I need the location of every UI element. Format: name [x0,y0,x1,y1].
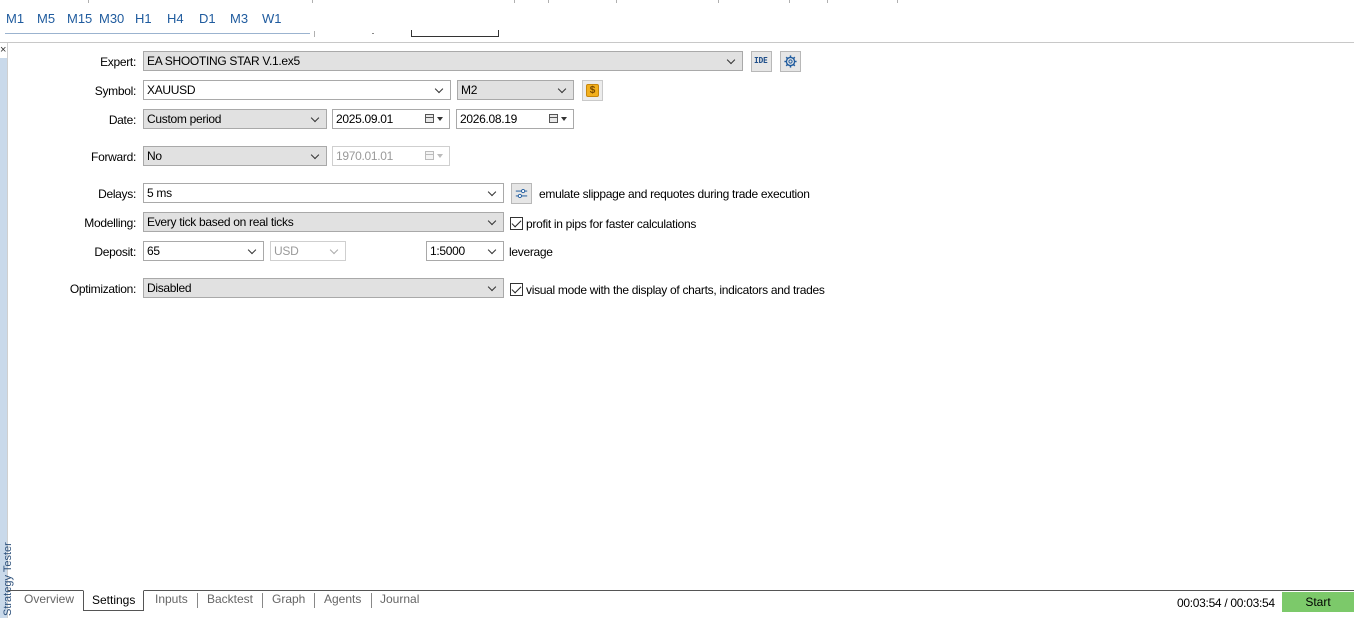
date-to-picker[interactable]: 2026.08.19 [456,109,574,129]
timeframe-w1[interactable]: W1 [262,11,282,26]
tab-divider [262,593,263,608]
timeframe-toolbar: M1 M5 M15 M30 H1 H4 D1 M3 W1 [0,0,1354,42]
calendar-icon[interactable] [424,110,446,128]
chevron-down-icon [487,242,499,260]
calendar-icon[interactable] [548,110,570,128]
timeframe-m30[interactable]: M30 [99,11,124,26]
tab-inputs[interactable]: Inputs [155,592,188,606]
side-panel-bar[interactable] [0,58,7,618]
tab-divider [314,593,315,608]
period-value: M2 [461,83,478,97]
close-icon[interactable]: × [0,45,6,56]
currency-select: USD [270,241,346,261]
deposit-input[interactable]: 65 [143,241,264,261]
tab-bar-line [8,590,1354,591]
modelling-value: Every tick based on real ticks [147,215,294,229]
delays-note: emulate slippage and requotes during tra… [539,187,810,201]
optimization-value: Disabled [147,281,192,295]
toolbar-divider [314,31,315,37]
toolbar-dot [372,33,374,34]
expert-settings-button[interactable] [780,51,801,72]
timeframe-m5[interactable]: M5 [37,11,55,26]
delays-value: 5 ms [147,186,172,200]
tab-divider [371,593,372,608]
deposit-label: Deposit: [94,245,136,259]
forward-date-picker: 1970.01.01 [332,146,450,166]
ide-icon: IDE [754,56,768,65]
symbol-input[interactable]: XAUUSD [143,80,451,100]
optimization-label: Optimization: [69,282,136,296]
forward-select[interactable]: No [143,146,327,166]
tab-backtest[interactable]: Backtest [207,592,253,606]
symbol-label: Symbol: [94,84,137,98]
tab-settings[interactable]: Settings [83,590,145,611]
date-from-picker[interactable]: 2025.09.01 [332,109,450,129]
timeframe-h1[interactable]: H1 [135,11,152,26]
tab-agents[interactable]: Agents [324,592,361,606]
optimization-select[interactable]: Disabled [143,278,504,298]
side-panel-label: Strategy Tester [2,542,14,616]
chevron-down-icon [487,279,499,297]
modelling-select[interactable]: Every tick based on real ticks [143,212,504,232]
chevron-down-icon [310,147,322,165]
profit-in-pips-label: profit in pips for faster calculations [526,217,697,231]
date-label: Date: [108,113,136,127]
leverage-label: leverage [509,245,553,259]
tab-graph[interactable]: Graph [272,592,305,606]
dollar-icon: $ [586,84,599,97]
chevron-down-icon [310,110,322,128]
chevron-down-icon [487,184,499,202]
tab-journal[interactable]: Journal [380,592,419,606]
symbol-spec-button[interactable]: $ [582,80,603,101]
delays-settings-button[interactable] [511,183,532,204]
timeframe-m1[interactable]: M1 [6,11,24,26]
symbol-value: XAUUSD [147,83,196,97]
delays-select[interactable]: 5 ms [143,183,504,203]
expert-value: EA SHOOTING STAR V.1.ex5 [147,54,300,68]
chevron-down-icon [247,242,259,260]
deposit-value: 65 [147,244,160,258]
tab-overview[interactable]: Overview [24,592,74,606]
date-mode-value: Custom period [147,112,222,126]
currency-value: USD [274,244,299,258]
forward-value: No [147,149,162,163]
chevron-down-icon [726,52,738,70]
calendar-icon [424,147,446,165]
timeframe-m3[interactable]: M3 [230,11,248,26]
timeframe-d1[interactable]: D1 [199,11,216,26]
timeframe-h4[interactable]: H4 [167,11,184,26]
chevron-down-icon [487,213,499,231]
chevron-down-icon [329,242,341,260]
date-mode-select[interactable]: Custom period [143,109,327,129]
date-to-value: 2026.08.19 [460,112,518,126]
period-select[interactable]: M2 [457,80,574,100]
elapsed-timer: 00:03:54 / 00:03:54 [1177,596,1275,610]
tab-divider [197,593,198,608]
start-button[interactable]: Start [1282,592,1354,612]
expert-label: Expert: [100,55,136,69]
sliders-icon [515,188,528,199]
timeframe-underline [5,33,310,34]
gear-icon [784,55,797,68]
chevron-down-icon [434,81,446,99]
leverage-select[interactable]: 1:5000 [426,241,504,261]
expert-select[interactable]: EA SHOOTING STAR V.1.ex5 [143,51,743,71]
toolbar-selection-box [411,30,499,37]
timeframe-m15[interactable]: M15 [67,11,92,26]
forward-label: Forward: [91,150,136,164]
date-from-value: 2025.09.01 [336,112,394,126]
leverage-value: 1:5000 [430,244,465,258]
modelling-label: Modelling: [84,216,136,230]
visual-mode-checkbox[interactable] [510,283,523,296]
forward-date-value: 1970.01.01 [336,149,394,163]
toolbar-top-edge [0,0,1354,3]
profit-in-pips-checkbox[interactable] [510,217,523,230]
chevron-down-icon [557,81,569,99]
ide-button[interactable]: IDE [751,51,772,72]
visual-mode-label: visual mode with the display of charts, … [526,283,825,297]
top-separator [0,42,1354,43]
delays-label: Delays: [98,187,136,201]
